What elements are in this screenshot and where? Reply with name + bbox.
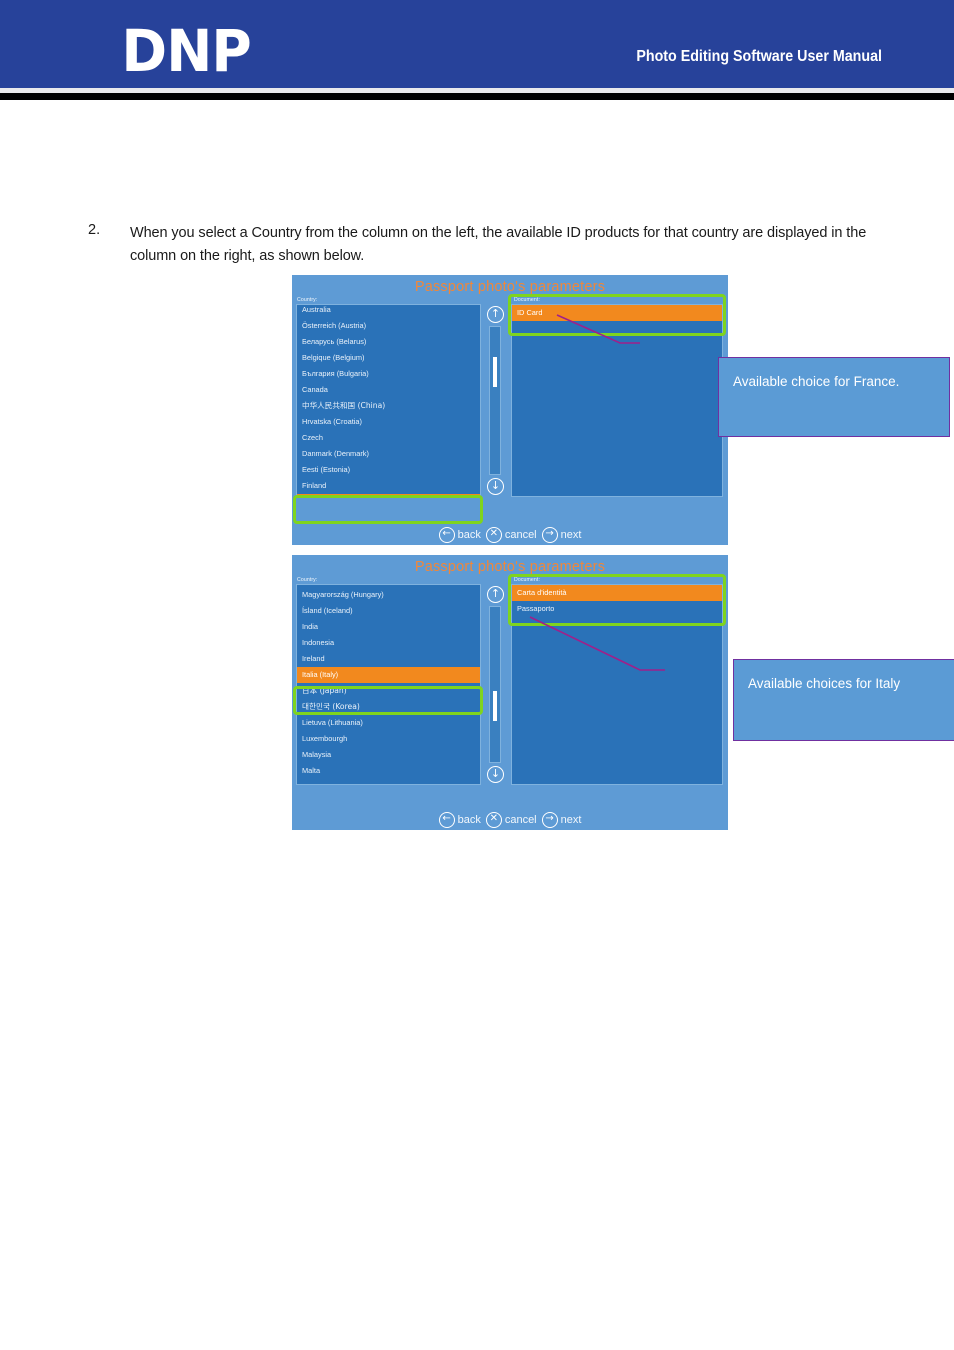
callout-france-text: Available choice for France.: [733, 374, 900, 389]
country-list-item[interactable]: 日本 (Japan): [297, 683, 480, 699]
next-label: next: [560, 529, 582, 541]
country-list-item[interactable]: Australia: [297, 305, 480, 318]
scrollbar-thumb[interactable]: [493, 691, 497, 721]
instruction-step-2: 2. When you select a Country from the co…: [88, 222, 888, 269]
document-list-item[interactable]: Passaporto: [512, 601, 722, 617]
country-scrollbar-france[interactable]: ↑ ↓: [486, 304, 504, 497]
arrow-left-icon: ←: [438, 527, 455, 543]
back-button-france[interactable]: ← back: [438, 527, 481, 543]
scrollbar-thumb[interactable]: [493, 357, 497, 387]
scroll-up-icon[interactable]: ↑: [487, 586, 504, 603]
document-listbox-france[interactable]: ID Card: [511, 304, 723, 497]
document-column-label-france: Document:: [514, 297, 540, 303]
scrollbar-track[interactable]: [489, 326, 501, 475]
country-list-item[interactable]: Ireland: [297, 651, 480, 667]
country-listbox-italy[interactable]: Hong KongMagyarország (Hungary)Ísland (I…: [296, 584, 481, 785]
step-number: 2.: [88, 222, 101, 238]
close-icon: ✕: [485, 812, 502, 828]
app-screenshot-italy: Passport photo's parameters Country: Doc…: [292, 555, 728, 830]
cancel-button-italy[interactable]: ✕ cancel: [485, 812, 537, 828]
back-label: back: [457, 814, 481, 826]
country-list-item[interactable]: Беларусь (Belarus): [297, 334, 480, 350]
country-list-item[interactable]: Malaysia: [297, 747, 480, 763]
app-toolbar-italy: ← back ✕ cancel → next: [292, 812, 728, 828]
callout-france: Available choice for France.: [718, 357, 950, 437]
scroll-down-icon[interactable]: ↓: [487, 478, 504, 495]
header-rule-black: [0, 93, 954, 100]
country-list-item[interactable]: Indonesia: [297, 635, 480, 651]
country-list-item[interactable]: Eesti (Estonia): [297, 462, 480, 478]
country-list-item[interactable]: Lietuva (Lithuania): [297, 715, 480, 731]
country-list-item[interactable]: Belgique (Belgium): [297, 350, 480, 366]
arrow-left-icon: ←: [438, 812, 455, 828]
document-list-item[interactable]: Carta d'identità: [512, 585, 722, 601]
app-toolbar-france: ← back ✕ cancel → next: [292, 527, 728, 543]
country-listbox-france[interactable]: Australia Österreich (Austria) Беларусь (B…: [296, 304, 481, 497]
document-header: DNP Photo Editing Software User Manual: [0, 0, 954, 88]
app-title-italy: Passport photo's parameters: [414, 559, 606, 575]
header-title: Photo Editing Software User Manual: [636, 48, 882, 65]
country-list-item[interactable]: Hrvatska (Croatia): [297, 414, 480, 430]
next-label: next: [560, 814, 582, 826]
cancel-label: cancel: [504, 814, 537, 826]
country-list-item[interactable]: България (Bulgaria): [297, 366, 480, 382]
document-column-label-italy: Document:: [514, 577, 540, 583]
cancel-button-france[interactable]: ✕ cancel: [485, 527, 537, 543]
country-list-item[interactable]: Luxembourgh: [297, 731, 480, 747]
document-listbox-italy[interactable]: Carta d'identità Passaporto: [511, 584, 723, 785]
country-list-item[interactable]: Finland: [297, 478, 480, 494]
country-list-item[interactable]: 中华人民共和国 (China): [297, 398, 480, 414]
app-screenshot-france: Passport photo's parameters Country: Doc…: [292, 275, 728, 545]
country-scrollbar-italy[interactable]: ↑ ↓: [486, 584, 504, 785]
country-list-item[interactable]: 대한민국 (Korea): [297, 699, 480, 715]
country-list-item[interactable]: India: [297, 619, 480, 635]
step-text: When you select a Country from the colum…: [130, 225, 867, 265]
callout-italy: Available choices for Italy: [733, 659, 954, 741]
highlight-selected-country-france: [293, 495, 483, 524]
dnp-logo: DNP: [121, 17, 251, 85]
next-button-france[interactable]: → next: [541, 527, 582, 543]
arrow-right-icon: →: [541, 812, 558, 828]
callout-italy-text: Available choices for Italy: [748, 676, 901, 691]
arrow-right-icon: →: [541, 527, 558, 543]
country-list-item[interactable]: Malta: [297, 763, 480, 779]
country-list-item[interactable]: Czech: [297, 430, 480, 446]
close-icon: ✕: [485, 527, 502, 543]
country-list-item[interactable]: Ísland (Iceland): [297, 603, 480, 619]
scroll-up-icon[interactable]: ↑: [487, 306, 504, 323]
country-list-item[interactable]: Magyarország (Hungary): [297, 587, 480, 603]
country-column-label-france: Country:: [297, 297, 318, 303]
scrollbar-track[interactable]: [489, 606, 501, 763]
country-list-item[interactable]: Danmark (Denmark): [297, 446, 480, 462]
country-list-item[interactable]: Österreich (Austria): [297, 318, 480, 334]
app-title-france: Passport photo's parameters: [414, 279, 606, 295]
country-column-label-italy: Country:: [297, 577, 318, 583]
next-button-italy[interactable]: → next: [541, 812, 582, 828]
document-list-item[interactable]: ID Card: [512, 305, 722, 321]
country-list-item[interactable]: Canada: [297, 382, 480, 398]
scroll-down-icon[interactable]: ↓: [487, 766, 504, 783]
country-list-item[interactable]: France: [297, 494, 480, 496]
cancel-label: cancel: [504, 529, 537, 541]
back-button-italy[interactable]: ← back: [438, 812, 481, 828]
back-label: back: [457, 529, 481, 541]
country-list-item[interactable]: Italia (Italy): [297, 667, 480, 683]
